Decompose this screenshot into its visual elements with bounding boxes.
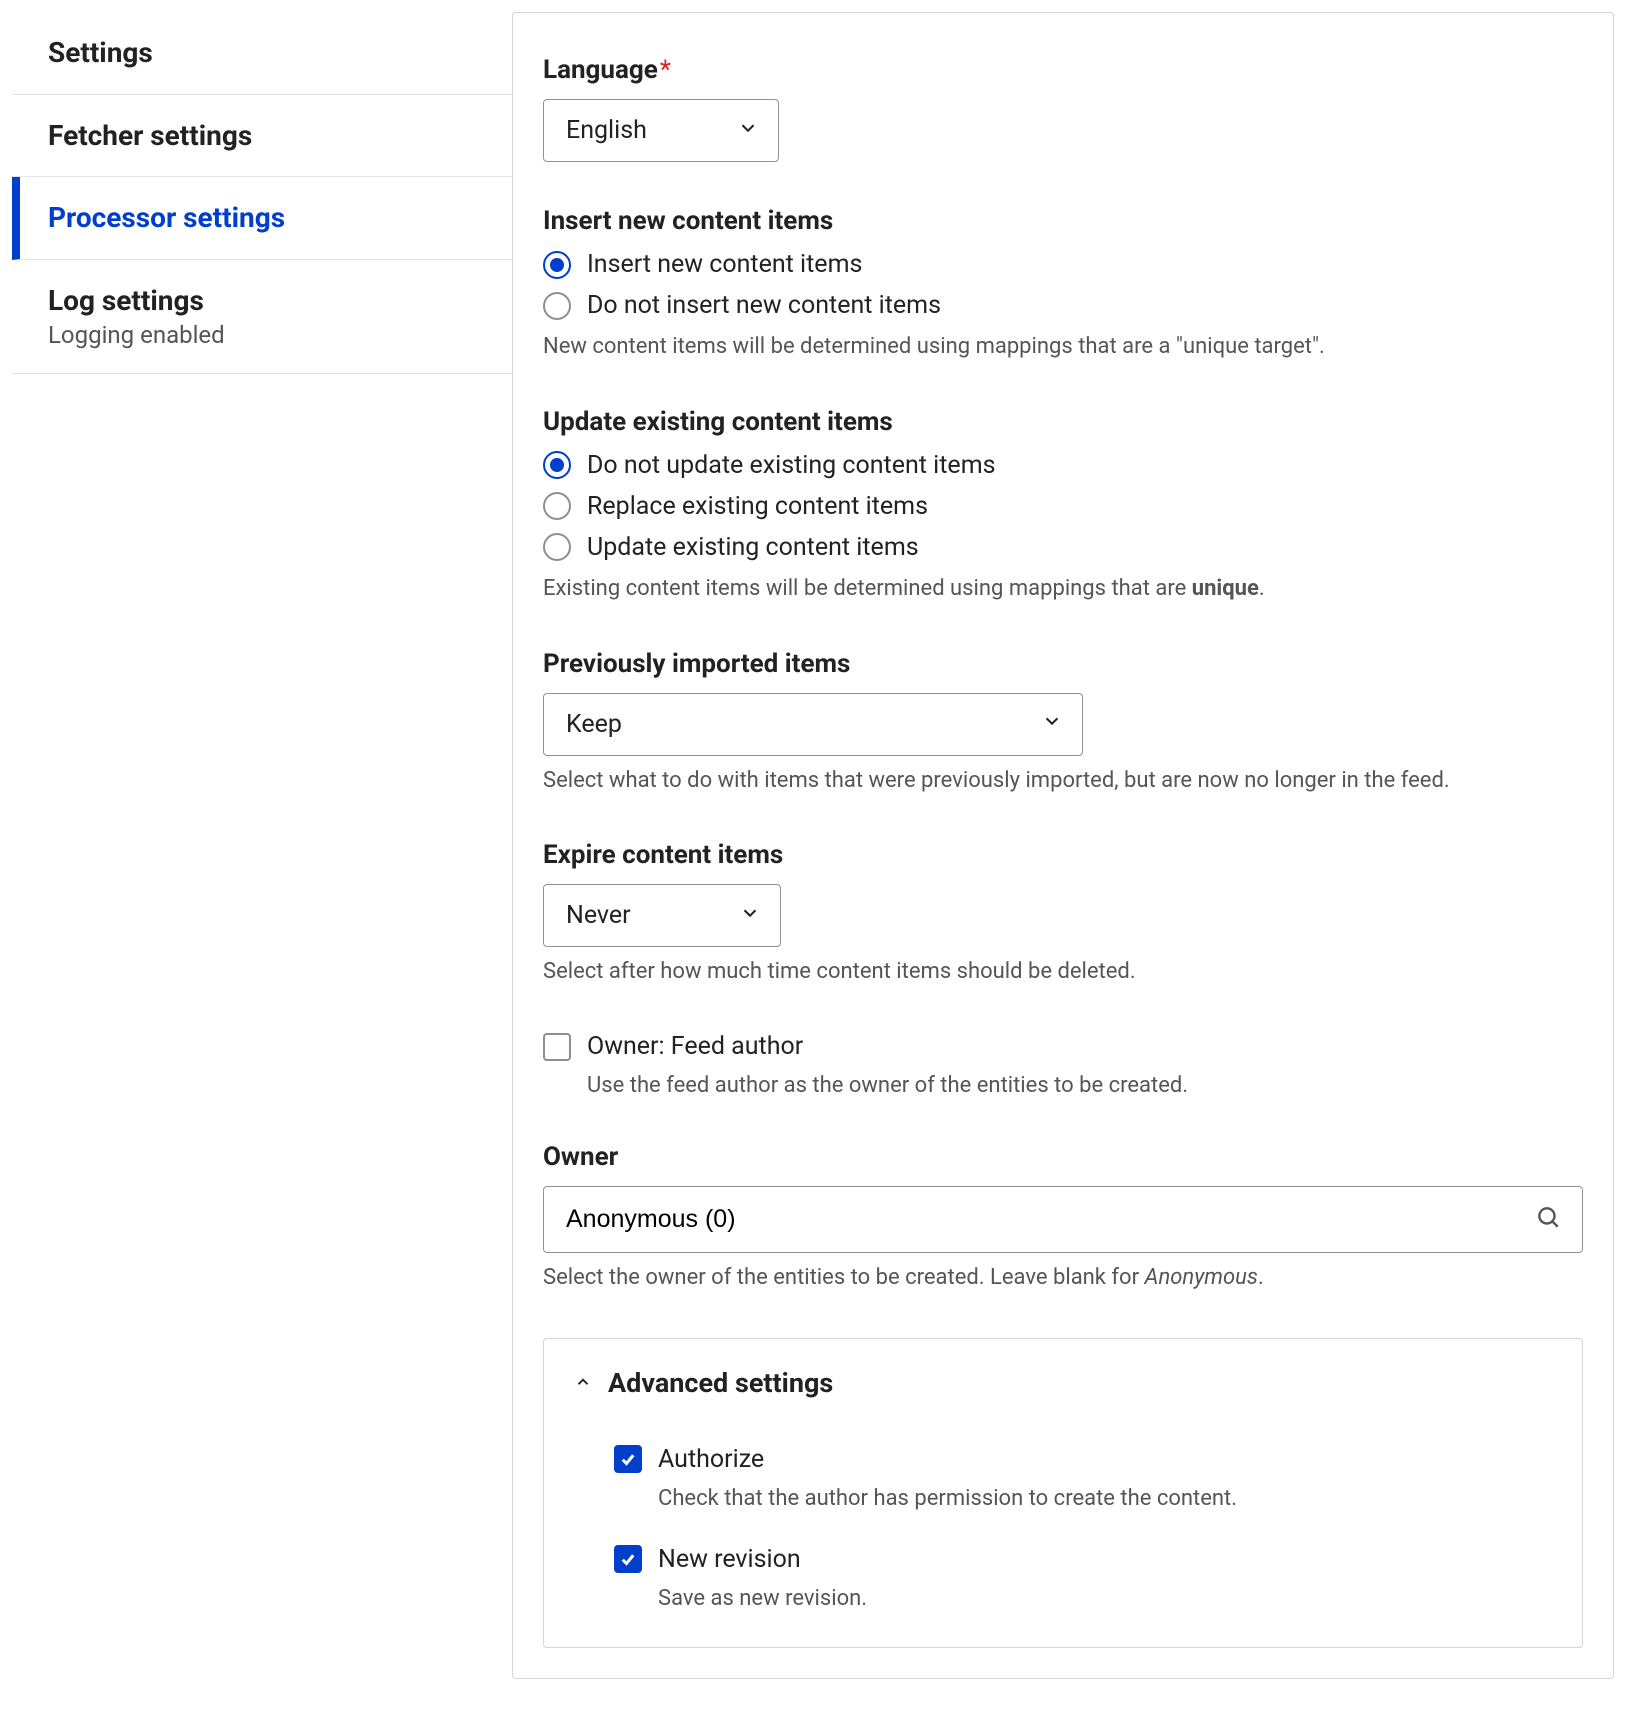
language-label: Language*: [543, 55, 1583, 85]
authorize-help: Check that the author has permission to …: [658, 1486, 1552, 1511]
insert-option-insert[interactable]: Insert new content items: [543, 250, 1583, 279]
chevron-up-icon: [574, 1369, 592, 1397]
sidebar-item-label: Log settings: [48, 284, 484, 318]
checkbox-label: Authorize: [658, 1445, 764, 1474]
select-value: Keep: [543, 693, 1083, 756]
help-text-part: .: [1259, 576, 1265, 601]
radio-label: Insert new content items: [587, 250, 862, 279]
select-value: English: [543, 99, 779, 162]
advanced-settings-panel: Advanced settings Authorize Check that t…: [543, 1338, 1583, 1648]
checkbox-label: New revision: [658, 1545, 801, 1574]
select-value: Never: [543, 884, 781, 947]
prev-imported-select[interactable]: Keep: [543, 693, 1083, 756]
checkbox-icon: [543, 1033, 571, 1061]
radio-label: Do not update existing content items: [587, 451, 996, 480]
new-revision-checkbox[interactable]: New revision: [614, 1545, 1552, 1574]
owner-input-wrap: [543, 1186, 1583, 1253]
update-option-do-not-update[interactable]: Do not update existing content items: [543, 451, 1583, 480]
insert-legend: Insert new content items: [543, 206, 1583, 236]
processor-settings-panel: Language* English Insert new content ite…: [512, 12, 1614, 1679]
help-text-part: .: [1258, 1265, 1264, 1290]
expire-field: Expire content items Never Select after …: [543, 840, 1583, 988]
expire-label: Expire content items: [543, 840, 1583, 870]
sidebar-item-label: Processor settings: [48, 201, 484, 235]
owner-field: Owner Select the owner of the entities t…: [543, 1142, 1583, 1294]
owner-label: Owner: [543, 1142, 1583, 1172]
update-option-replace[interactable]: Replace existing content items: [543, 492, 1583, 521]
language-select[interactable]: English: [543, 99, 779, 162]
sidebar-item-processor-settings[interactable]: Processor settings: [12, 177, 512, 260]
owner-input[interactable]: [543, 1186, 1583, 1253]
advanced-title: Advanced settings: [608, 1367, 833, 1399]
help-text-bold: unique: [1192, 576, 1259, 601]
insert-option-do-not-insert[interactable]: Do not insert new content items: [543, 291, 1583, 320]
update-help: Existing content items will be determine…: [543, 574, 1583, 605]
prev-imported-help: Select what to do with items that were p…: [543, 766, 1583, 797]
radio-label: Do not insert new content items: [587, 291, 941, 320]
sidebar-item-label: Settings: [48, 36, 484, 70]
radio-icon: [543, 533, 571, 561]
radio-icon: [543, 492, 571, 520]
sidebar-item-log-settings[interactable]: Log settings Logging enabled: [12, 260, 512, 375]
owner-feed-author-help: Use the feed author as the owner of the …: [587, 1073, 1583, 1098]
new-revision-field: New revision Save as new revision.: [614, 1545, 1552, 1611]
help-text-part: Existing content items will be determine…: [543, 576, 1192, 601]
owner-feed-author-checkbox[interactable]: Owner: Feed author: [543, 1032, 1583, 1061]
sidebar-item-sublabel: Logging enabled: [48, 321, 484, 349]
checkbox-icon: [614, 1545, 642, 1573]
help-text-italic: Anonymous: [1145, 1265, 1258, 1290]
prev-imported-field: Previously imported items Keep Select wh…: [543, 649, 1583, 797]
settings-sidebar: Settings Fetcher settings Processor sett…: [12, 12, 512, 1679]
search-icon: [1535, 1204, 1561, 1236]
prev-imported-label: Previously imported items: [543, 649, 1583, 679]
update-option-update[interactable]: Update existing content items: [543, 533, 1583, 562]
sidebar-item-settings[interactable]: Settings: [12, 12, 512, 95]
sidebar-item-fetcher-settings[interactable]: Fetcher settings: [12, 95, 512, 178]
sidebar-item-label: Fetcher settings: [48, 119, 484, 153]
advanced-settings-toggle[interactable]: Advanced settings: [574, 1367, 1552, 1399]
radio-icon: [543, 451, 571, 479]
required-indicator: *: [660, 55, 671, 85]
language-field: Language* English: [543, 55, 1583, 162]
radio-icon: [543, 251, 571, 279]
update-field: Update existing content items Do not upd…: [543, 407, 1583, 605]
radio-label: Replace existing content items: [587, 492, 928, 521]
owner-feed-author-field: Owner: Feed author Use the feed author a…: [543, 1032, 1583, 1098]
expire-help: Select after how much time content items…: [543, 957, 1583, 988]
checkbox-icon: [614, 1445, 642, 1473]
new-revision-help: Save as new revision.: [658, 1586, 1552, 1611]
help-text-part: Select the owner of the entities to be c…: [543, 1265, 1145, 1290]
insert-field: Insert new content items Insert new cont…: [543, 206, 1583, 363]
radio-label: Update existing content items: [587, 533, 919, 562]
advanced-settings-body: Authorize Check that the author has perm…: [574, 1399, 1552, 1611]
owner-help: Select the owner of the entities to be c…: [543, 1263, 1583, 1294]
authorize-checkbox[interactable]: Authorize: [614, 1445, 1552, 1474]
authorize-field: Authorize Check that the author has perm…: [614, 1445, 1552, 1511]
radio-icon: [543, 292, 571, 320]
update-legend: Update existing content items: [543, 407, 1583, 437]
label-text: Language: [543, 55, 658, 85]
expire-select[interactable]: Never: [543, 884, 781, 947]
checkbox-label: Owner: Feed author: [587, 1032, 803, 1061]
insert-help: New content items will be determined usi…: [543, 332, 1583, 363]
